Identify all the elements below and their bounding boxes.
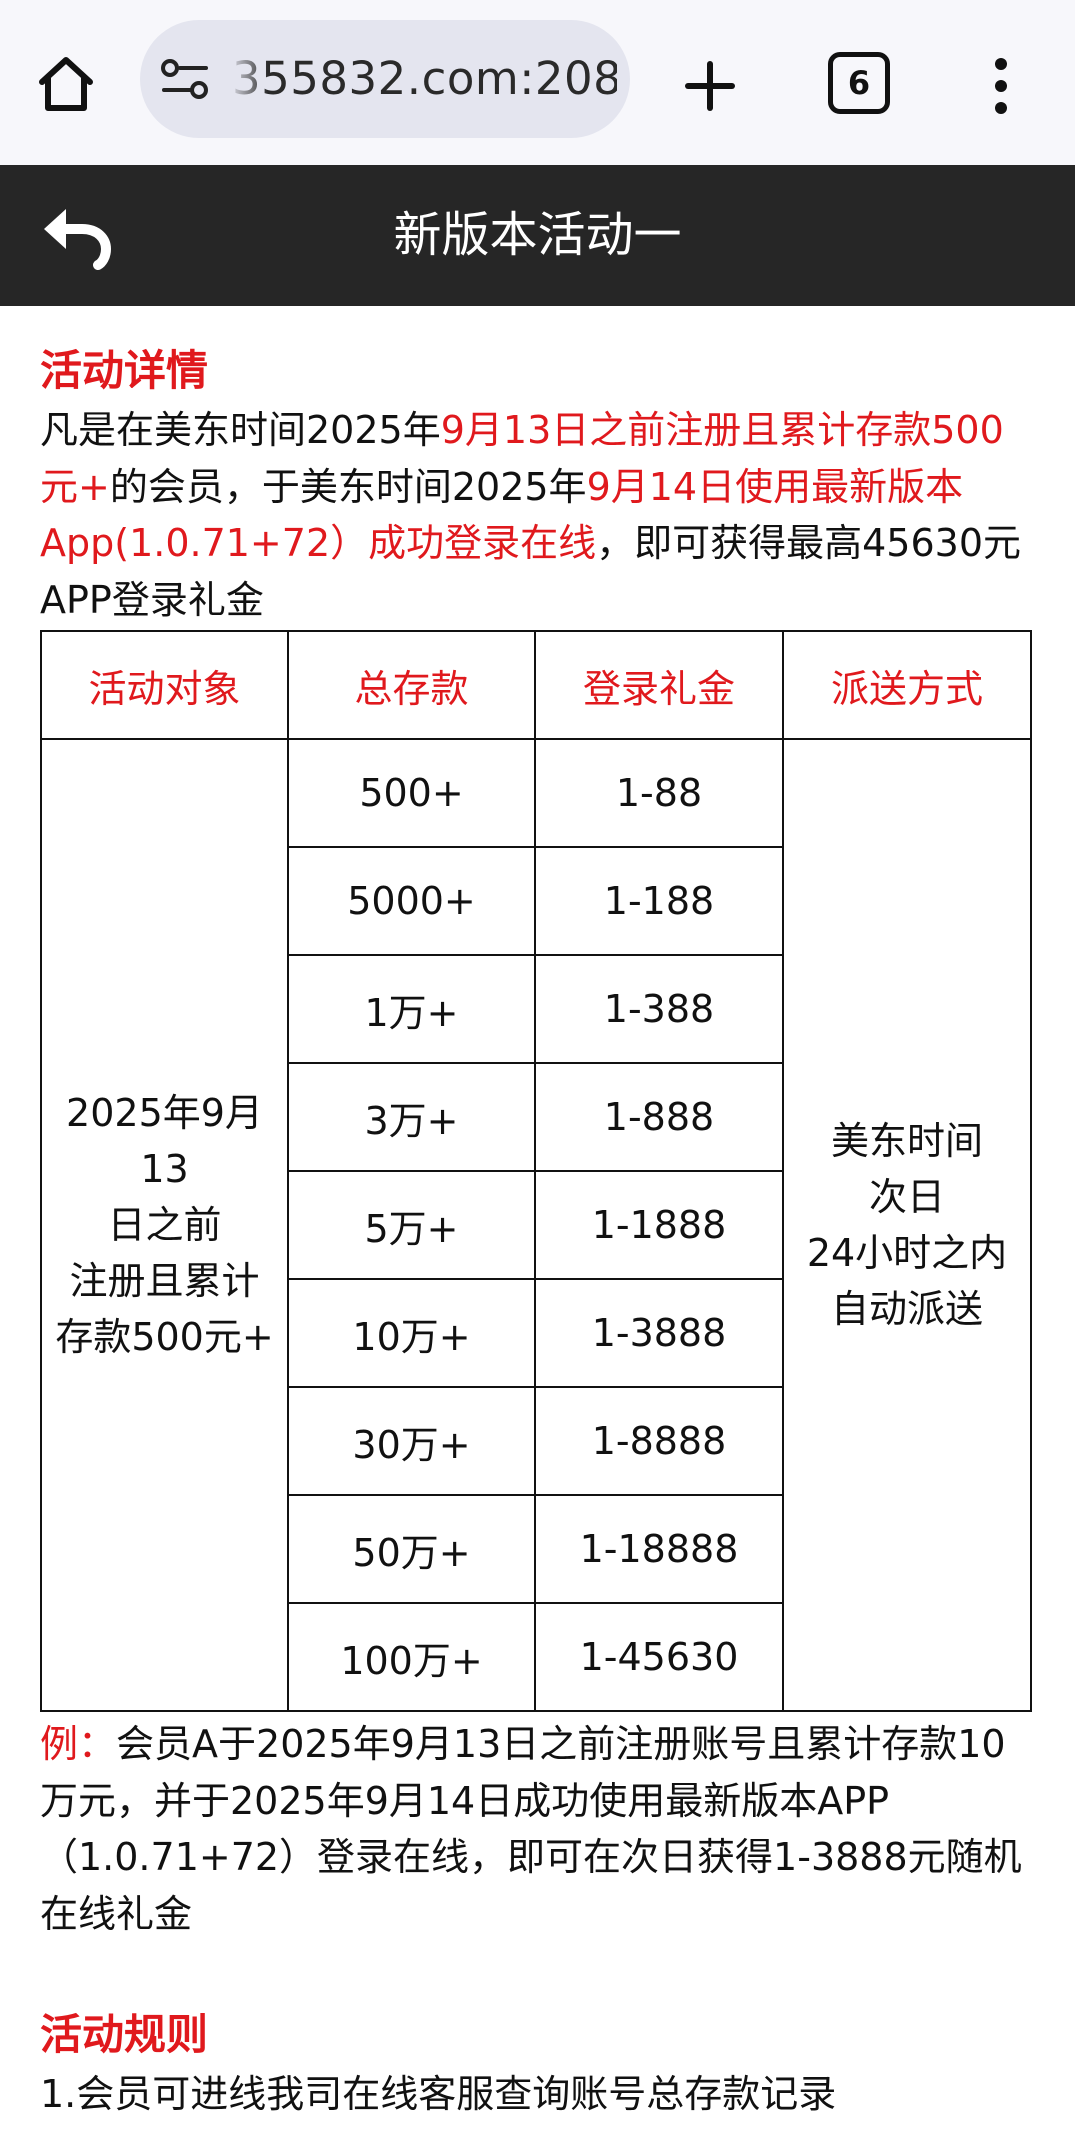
table-header-row: 活动对象 总存款 登录礼金 派送方式 bbox=[40, 630, 1032, 740]
deposit-cell: 1万+ bbox=[287, 954, 536, 1064]
details-text-3: 的会员，于美东时间2025年 bbox=[109, 464, 587, 509]
more-menu-icon[interactable] bbox=[976, 46, 1026, 126]
page-header: 新版本活动一 bbox=[0, 165, 1075, 306]
bonus-cell: 1-88 bbox=[534, 738, 784, 848]
details-heading: 活动详情 bbox=[40, 346, 209, 395]
deposit-cell: 3万+ bbox=[287, 1062, 536, 1172]
url-fade bbox=[228, 20, 268, 138]
address-bar[interactable]: 355832.com:2083 bbox=[140, 20, 630, 138]
header-deposit: 总存款 bbox=[287, 630, 536, 740]
example-paragraph: 例：会员A于2025年9月13日之前注册账号且累计存款10万元，并于2025年9… bbox=[40, 1716, 1035, 1942]
bonus-cell: 1-188 bbox=[534, 846, 784, 956]
back-arrow-icon[interactable] bbox=[36, 197, 116, 273]
table-row: 2025年9月13 日之前 注册且累计 存款500元+ 500+ 1-88 美东… bbox=[40, 738, 1032, 1712]
method-line: 次日 bbox=[868, 1175, 945, 1219]
tab-switcher-button[interactable]: 6 bbox=[828, 52, 890, 114]
page-title: 新版本活动一 bbox=[393, 207, 682, 263]
bonus-cell: 1-1888 bbox=[534, 1170, 784, 1280]
bonus-cell: 1-3888 bbox=[534, 1278, 784, 1388]
bonus-cell: 1-45630 bbox=[534, 1602, 784, 1712]
bonus-cell: 1-8888 bbox=[534, 1386, 784, 1496]
target-line: 日之前 bbox=[107, 1203, 222, 1247]
method-line: 24小时之内 bbox=[806, 1231, 1008, 1275]
new-tab-icon[interactable] bbox=[670, 46, 750, 126]
deposit-cell: 30万+ bbox=[287, 1386, 536, 1496]
details-text-1: 凡是在美东时间2025年 bbox=[40, 408, 441, 452]
deposit-cell: 10万+ bbox=[287, 1278, 536, 1388]
site-settings-icon[interactable] bbox=[160, 56, 210, 102]
content: 活动详情 凡是在美东时间2025年9月13日之前注册且累计存款500元+的会员，… bbox=[40, 340, 1035, 2123]
tab-count: 6 bbox=[847, 64, 871, 102]
target-line: 注册且累计 bbox=[69, 1259, 260, 1303]
example-label: 例： bbox=[40, 1722, 117, 1766]
rules-heading: 活动规则 bbox=[40, 2010, 209, 2059]
details-paragraph: 凡是在美东时间2025年9月13日之前注册且累计存款500元+的会员，于美东时间… bbox=[40, 402, 1035, 628]
deposit-cell: 5万+ bbox=[287, 1170, 536, 1280]
deposit-cell: 5000+ bbox=[287, 846, 536, 956]
example-text: 会员A于2025年9月13日之前注册账号且累计存款10万元，并于2025年9月1… bbox=[40, 1722, 1022, 1936]
method-cell: 美东时间 次日 24小时之内 自动派送 bbox=[782, 738, 1032, 1712]
method-line: 自动派送 bbox=[830, 1287, 983, 1331]
header-bonus: 登录礼金 bbox=[534, 630, 784, 740]
bonus-cell: 1-388 bbox=[534, 954, 784, 1064]
header-target: 活动对象 bbox=[40, 630, 289, 740]
target-line: 2025年9月13 bbox=[66, 1091, 263, 1191]
rules-item: 1.会员可进线我司在线客服查询账号总存款记录 bbox=[40, 2072, 837, 2116]
bonus-cell: 1-18888 bbox=[534, 1494, 784, 1604]
header-method: 派送方式 bbox=[782, 630, 1032, 740]
deposit-cell: 50万+ bbox=[287, 1494, 536, 1604]
method-line: 美东时间 bbox=[830, 1119, 983, 1163]
target-line: 存款500元+ bbox=[55, 1315, 274, 1359]
url-text[interactable]: 355832.com:2083 bbox=[232, 20, 617, 138]
bonus-cell: 1-888 bbox=[534, 1062, 784, 1172]
activity-table: 活动对象 总存款 登录礼金 派送方式 2025年9月13 日之前 注册且累计 存… bbox=[40, 630, 1032, 1712]
deposit-cell: 500+ bbox=[287, 738, 536, 848]
deposit-cell: 100万+ bbox=[287, 1602, 536, 1712]
home-icon[interactable] bbox=[28, 46, 104, 122]
target-cell: 2025年9月13 日之前 注册且累计 存款500元+ bbox=[40, 738, 289, 1712]
browser-toolbar: 355832.com:2083 6 bbox=[0, 0, 1075, 167]
